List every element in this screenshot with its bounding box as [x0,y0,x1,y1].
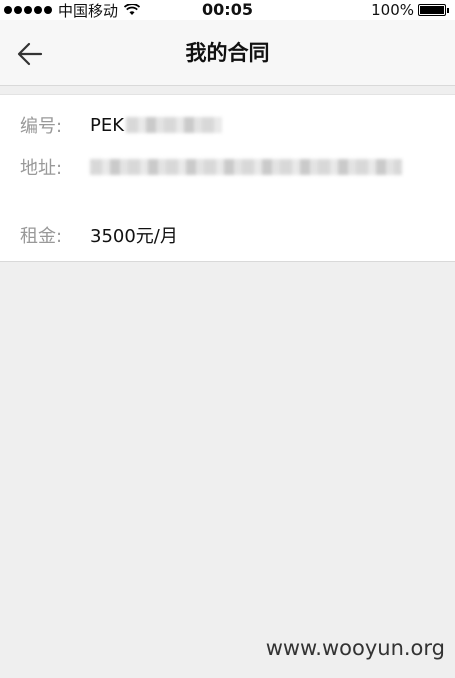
status-right: 100% [371,0,449,20]
rent-value: 3500元/月 [90,226,178,247]
rent-row: 租金: 3500元/月 [0,221,455,249]
battery-icon [418,4,446,16]
contract-number-label: 编号: [20,116,63,137]
rent-label: 租金: [20,226,63,247]
battery-percent: 100% [371,1,414,19]
contract-card: 编号: PEK 地址: 租金: 3500元/月 [0,94,455,262]
battery-tip [447,7,449,13]
watermark: www.wooyun.org [265,636,445,660]
contract-number-value: PEK [90,114,223,136]
address-label: 地址: [20,158,63,179]
redacted-address [90,159,402,175]
address-row: 地址: [0,153,455,181]
address-value [90,159,402,175]
contract-number-text: PEK [90,114,125,136]
page-title: 我的合同 [185,41,270,65]
redacted-number [126,117,223,133]
contract-number-row: 编号: PEK [0,111,455,139]
status-bar: 中国移动 00:05 100% [0,0,455,20]
nav-bar: 我的合同 [0,20,455,86]
